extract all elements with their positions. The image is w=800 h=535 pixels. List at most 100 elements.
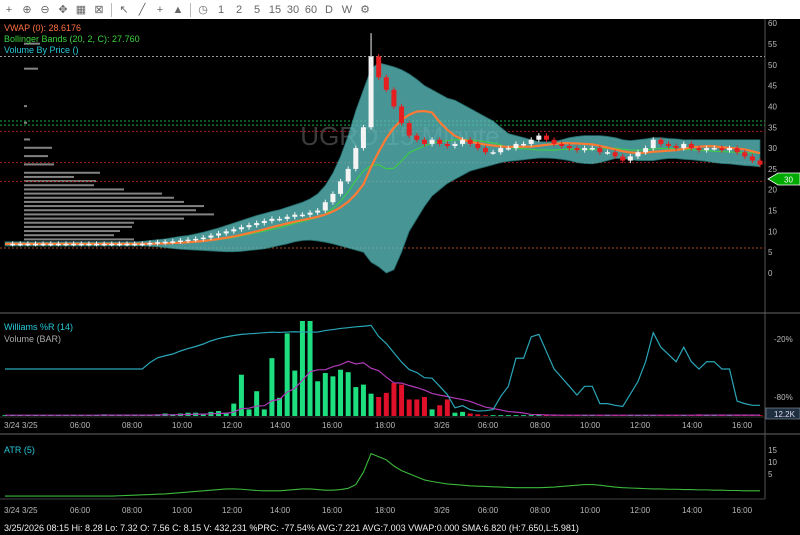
atr-tick-15: 15 [768,446,777,455]
volume-bar [414,399,420,416]
period-15[interactable]: 15 [268,2,282,17]
time-label: 3/25 [22,506,38,515]
period-w[interactable]: W [340,2,354,17]
candle-body [475,143,481,149]
vbp-bar [24,171,100,174]
volume-bar [269,358,275,416]
period-d[interactable]: D [322,2,336,17]
time-label: 12:00 [630,421,651,430]
candle-body [17,243,23,246]
candle-body [147,243,153,245]
zoom-out-icon[interactable]: ⊖ [38,2,52,17]
vbp-bar [24,213,214,216]
candle-body [193,238,199,241]
candle-body [482,148,488,153]
volume-bar [505,415,511,416]
clock-icon[interactable]: ◷ [196,2,210,17]
time-label: 10:00 [172,506,193,515]
volume-subtitle: Volume (BAR) [4,334,61,344]
candle-body [33,243,39,246]
candle-body [620,156,626,161]
candle-body [246,225,252,228]
candle-body [109,243,115,246]
period-30[interactable]: 30 [286,2,300,17]
volume-bar [429,409,435,416]
volume-bar [368,393,374,416]
candle-body [284,216,290,219]
volume-bar [475,414,481,416]
time-label: 18:00 [375,506,396,515]
last-price-value: 30 [784,176,793,185]
candle-body [216,233,222,236]
vbp-bar [24,146,52,149]
volume-bar [498,415,504,416]
volume-bar [399,384,405,416]
price-tick: 10 [768,227,777,236]
candle-body [376,56,382,78]
volume-bar [284,333,290,416]
time-label: 08:00 [530,506,551,515]
candle-body [162,241,168,244]
time-label: 14:00 [682,421,703,430]
settings-icon[interactable]: ⚙ [358,2,372,17]
candle-body [597,148,603,153]
candle-body [490,152,496,154]
triangle-icon[interactable]: ▲ [171,2,185,17]
drag-icon[interactable]: ✥ [56,2,70,17]
plus-icon[interactable]: + [153,2,167,17]
candle-body [757,160,763,165]
time-label: 12:00 [222,421,243,430]
candle-body [94,243,100,246]
draw-icon[interactable]: ⊠ [92,2,106,17]
cursor-icon[interactable]: ↖ [117,2,131,17]
volume-bar [246,409,252,416]
volume-bar [467,413,473,416]
volume-bar [254,391,260,416]
volume-bar [383,392,389,416]
candle-body [86,243,92,246]
candle-body [437,139,443,144]
candle-body [231,229,237,232]
period-5[interactable]: 5 [250,2,264,17]
line-icon[interactable]: ╱ [135,2,149,17]
volume-bar [444,399,450,416]
candle-body [414,135,420,140]
grid-icon[interactable]: ▦ [74,2,88,17]
volume-bar [521,415,527,416]
period-1[interactable]: 1 [214,2,228,17]
candle-body [383,77,389,90]
toolbar-separator [111,2,112,17]
period-60[interactable]: 60 [304,2,318,17]
crosshair-icon[interactable]: + [2,2,16,17]
candle-body [307,212,313,215]
candle-body [528,139,534,144]
indicator-legend-item: VWAP (0): 28.6176 [4,23,81,33]
vbp-bar [24,238,134,241]
candle-body [299,214,305,217]
candle-body [40,243,46,246]
candle-body [711,148,717,150]
candle-body [353,148,359,169]
zoom-in-icon[interactable]: ⊕ [20,2,34,17]
volume-bar [353,387,359,416]
candle-body [48,243,54,246]
candle-body [261,220,267,224]
time-label: 06:00 [70,421,91,430]
time-label: 16:00 [322,421,343,430]
volume-bar [528,415,534,416]
price-tick: 0 [768,269,773,278]
candle-body [55,243,61,246]
candle-body [582,148,588,151]
time-label: 3/24 [4,421,20,430]
vbp-bar [24,225,132,228]
candle-body [444,143,450,146]
candle-body [170,241,176,243]
candle-body [238,227,244,230]
candle-body [452,143,458,146]
vbp-bar [24,196,174,199]
period-2[interactable]: 2 [232,2,246,17]
indicator-legend-item: Volume By Price () [4,45,79,55]
candle-body [673,146,679,149]
volume-bar [391,382,397,416]
williams-title: Williams %R (14) [4,322,73,332]
